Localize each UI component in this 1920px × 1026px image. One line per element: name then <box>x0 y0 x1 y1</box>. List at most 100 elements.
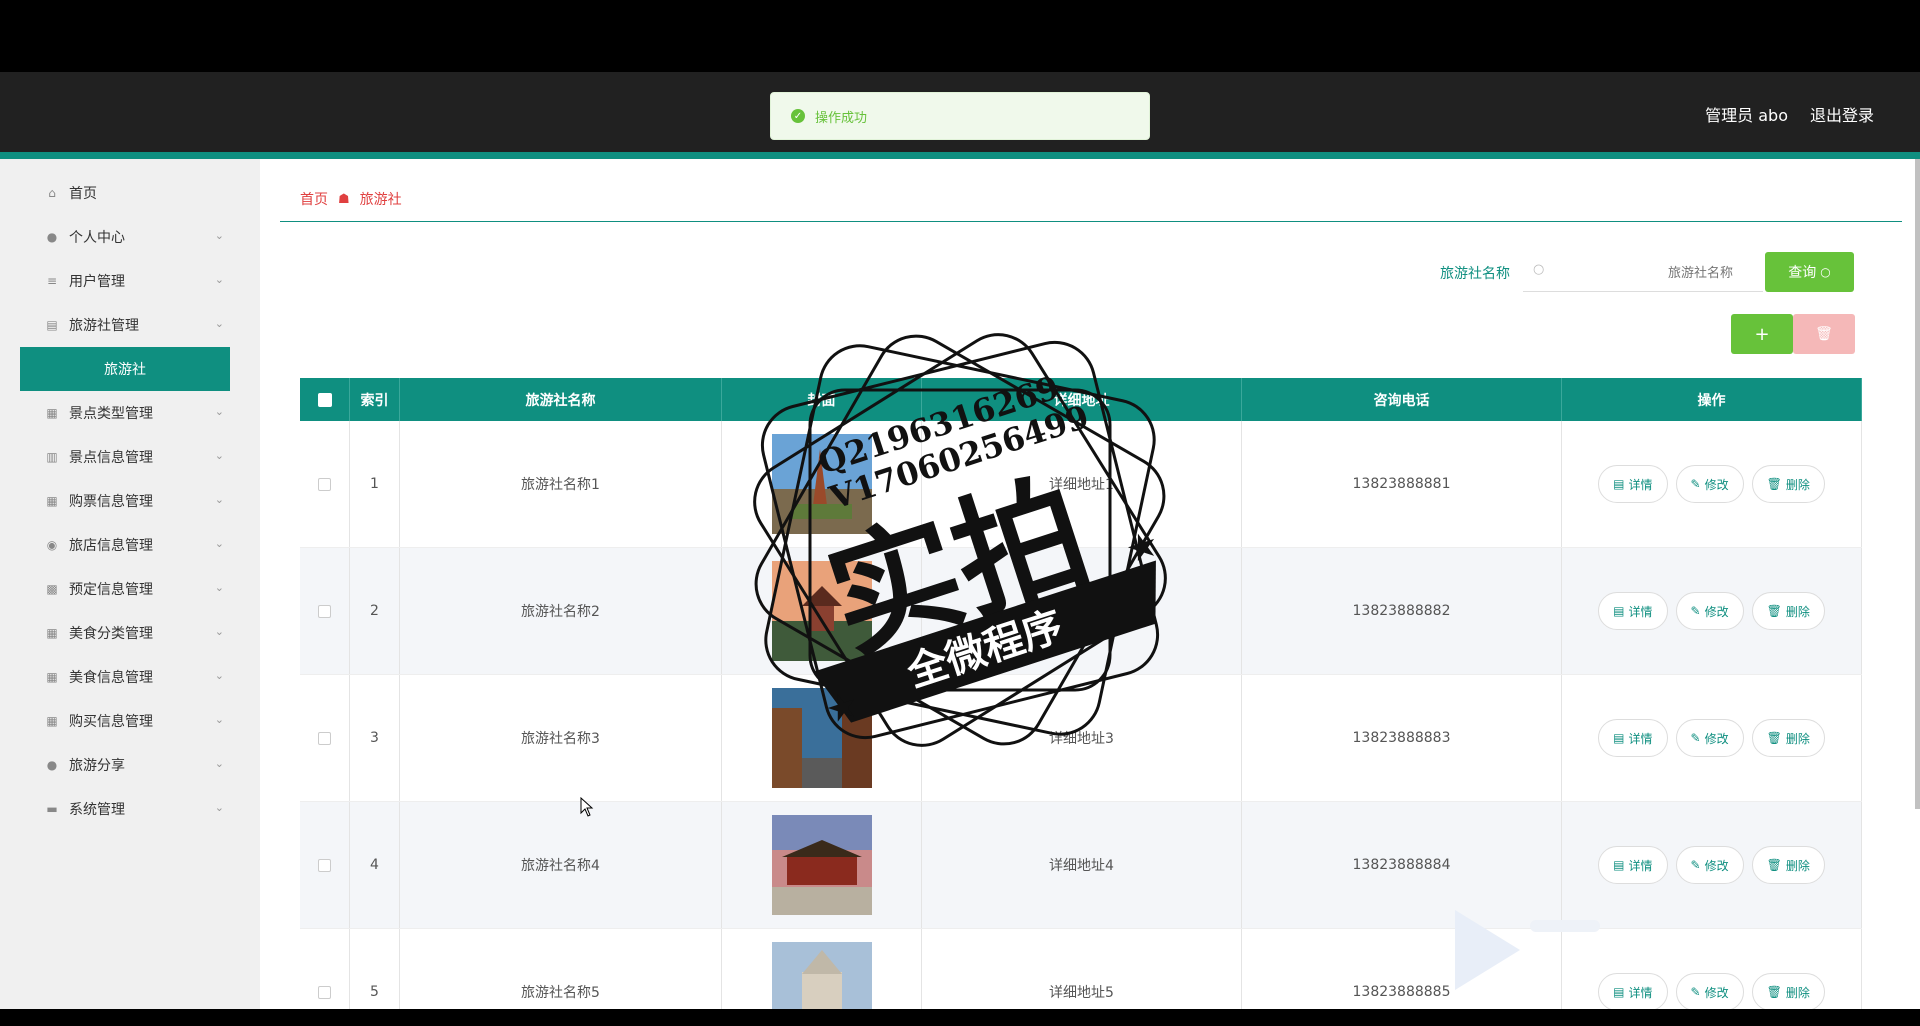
cover-image[interactable] <box>771 688 872 788</box>
sidebar-item-user-management[interactable]: ≡ 用户管理 ⌄ <box>0 259 260 303</box>
detail-button-label: 详情 <box>1628 858 1653 873</box>
edit-button[interactable]: ✎ 修改 <box>1675 719 1744 757</box>
delete-button[interactable]: 🗑 删除 <box>1751 592 1825 630</box>
search-icon: ○ <box>1533 262 1545 277</box>
query-button-label: 查询 <box>1788 265 1817 281</box>
sidebar-item-label: 购买信息管理 <box>69 714 153 730</box>
page-scrollbar[interactable] <box>1915 159 1920 1009</box>
cover-image[interactable] <box>771 561 872 661</box>
row-checkbox[interactable] <box>318 858 331 872</box>
search-input[interactable] <box>1553 252 1753 292</box>
row-select-cell <box>300 802 350 928</box>
row-name: 旅游社名称4 <box>400 802 722 928</box>
sidebar-item-scenic-info[interactable]: ▥ 景点信息管理 ⌄ <box>0 435 260 479</box>
detail-button-label: 详情 <box>1628 477 1653 492</box>
sidebar-item-booking-info[interactable]: ▩ 预定信息管理 ⌄ <box>0 567 260 611</box>
detail-button[interactable]: ▤ 详情 <box>1598 846 1668 884</box>
trash-icon: 🗑 <box>1766 477 1782 491</box>
sidebar-item-scenic-type[interactable]: ▦ 景点类型管理 ⌄ <box>0 391 260 435</box>
user-icon: ● <box>46 230 58 244</box>
admin-username: 管理员 abo <box>1705 106 1788 125</box>
delete-button-label: 删除 <box>1785 477 1810 492</box>
row-phone: 13823888882 <box>1242 548 1562 674</box>
user-icon: ● <box>46 758 58 772</box>
edit-button-label: 修改 <box>1704 477 1729 492</box>
sidebar-item-label: 美食分类管理 <box>69 626 153 642</box>
sidebar-item-travel-share[interactable]: ● 旅游分享 ⌄ <box>0 743 260 787</box>
detail-button[interactable]: ▤ 详情 <box>1598 973 1668 1011</box>
edit-button[interactable]: ✎ 修改 <box>1675 592 1744 630</box>
row-index: 1 <box>350 421 400 547</box>
detail-button-label: 详情 <box>1628 985 1653 1000</box>
row-select-cell <box>300 675 350 801</box>
row-checkbox[interactable] <box>318 604 331 618</box>
location-icon: ◉ <box>46 538 58 552</box>
cover-image[interactable] <box>771 434 872 534</box>
row-phone: 13823888883 <box>1242 675 1562 801</box>
chevron-down-icon: ⌄ <box>214 229 224 242</box>
row-select-cell <box>300 548 350 674</box>
delete-button[interactable]: 🗑 删除 <box>1751 973 1825 1011</box>
row-checkbox[interactable] <box>318 985 331 999</box>
breadcrumb-home[interactable]: 首页 <box>300 189 328 209</box>
edit-button[interactable]: ✎ 修改 <box>1675 465 1744 503</box>
cover-image[interactable] <box>771 815 872 915</box>
sidebar-item-label: 预定信息管理 <box>69 582 153 598</box>
sidebar-item-system[interactable]: ▬ 系统管理 ⌄ <box>0 787 260 831</box>
sidebar-item-purchase-info[interactable]: ▦ 购买信息管理 ⌄ <box>0 699 260 743</box>
row-index: 4 <box>350 802 400 928</box>
list-icon: ≡ <box>46 274 58 288</box>
sidebar-item-ticket-info[interactable]: ▦ 购票信息管理 ⌄ <box>0 479 260 523</box>
delete-button[interactable]: 🗑 删除 <box>1751 846 1825 884</box>
pencil-icon: ✎ <box>1690 985 1701 999</box>
query-button[interactable]: 查询 ○ <box>1765 252 1854 292</box>
edit-button-label: 修改 <box>1704 985 1729 1000</box>
sidebar-item-label: 景点类型管理 <box>69 406 153 422</box>
detail-button[interactable]: ▤ 详情 <box>1598 592 1668 630</box>
sidebar-item-food-info[interactable]: ▦ 美食信息管理 ⌄ <box>0 655 260 699</box>
edit-button-label: 修改 <box>1704 858 1729 873</box>
search-icon: ○ <box>1820 265 1831 279</box>
sidebar-item-label: 用户管理 <box>69 274 125 290</box>
row-checkbox[interactable] <box>318 731 331 745</box>
row-actions: ▤ 详情 ✎ 修改 🗑 删除 <box>1562 548 1862 674</box>
sidebar-item-hotel-info[interactable]: ◉ 旅店信息管理 ⌄ <box>0 523 260 567</box>
add-button[interactable]: + <box>1731 314 1793 354</box>
logout-link[interactable]: 退出登录 <box>1810 102 1874 126</box>
edit-button-label: 修改 <box>1704 604 1729 619</box>
column-header: 详细地址 <box>922 378 1242 421</box>
edit-button[interactable]: ✎ 修改 <box>1675 973 1744 1011</box>
table-header: 索引 旅游社名称 封面 详细地址 咨询电话 操作 <box>300 378 1862 421</box>
row-address: 详细地址3 <box>922 675 1242 801</box>
detail-button[interactable]: ▤ 详情 <box>1598 719 1668 757</box>
detail-button-label: 详情 <box>1628 731 1653 746</box>
scrollbar-thumb[interactable] <box>1915 159 1920 809</box>
chevron-down-icon: ⌄ <box>214 625 224 638</box>
agency-table: 索引 旅游社名称 封面 详细地址 咨询电话 操作 1 旅游社名称1 详细地址1 … <box>300 378 1862 1026</box>
select-all-checkbox[interactable] <box>317 392 332 407</box>
sidebar-item-agency-management[interactable]: ▤ 旅游社管理 ⌄ <box>0 303 260 347</box>
sidebar-item-food-category[interactable]: ▦ 美食分类管理 ⌄ <box>0 611 260 655</box>
grid-icon: ▦ <box>46 714 58 728</box>
success-toast: ✓ 操作成功 <box>770 92 1150 140</box>
row-select-cell <box>300 421 350 547</box>
row-checkbox[interactable] <box>318 477 331 491</box>
delete-button[interactable]: 🗑 删除 <box>1751 719 1825 757</box>
chevron-down-icon: ⌄ <box>214 537 224 550</box>
detail-button[interactable]: ▤ 详情 <box>1598 465 1668 503</box>
main-content: 首页 ☗ 旅游社 旅游社名称 ○ 查询 ○ + 🗑 索引 旅游社名称 封面 详细… <box>260 159 1915 1026</box>
batch-delete-button[interactable]: 🗑 <box>1793 314 1855 354</box>
sidebar-item-personal-center[interactable]: ● 个人中心 ⌄ <box>0 215 260 259</box>
header-accent-bar <box>0 152 1920 159</box>
row-cover-cell <box>722 802 922 928</box>
table-row: 4 旅游社名称4 详细地址4 13823888884 ▤ 详情 ✎ 修改 🗑 删除 <box>300 802 1862 929</box>
chevron-down-icon: ⌄ <box>214 757 224 770</box>
table-row: 2 旅游社名称2 详细地址2 13823888882 ▤ 详情 ✎ 修改 🗑 删除 <box>300 548 1862 675</box>
edit-button[interactable]: ✎ 修改 <box>1675 846 1744 884</box>
delete-button[interactable]: 🗑 删除 <box>1751 465 1825 503</box>
sidebar-item-home[interactable]: ⌂ 首页 <box>0 171 260 215</box>
sidebar-item-label: 景点信息管理 <box>69 450 153 466</box>
document-icon: ▤ <box>1613 604 1625 618</box>
column-header: 旅游社名称 <box>400 378 722 421</box>
sidebar-subitem-agency[interactable]: 旅游社 <box>20 347 230 391</box>
